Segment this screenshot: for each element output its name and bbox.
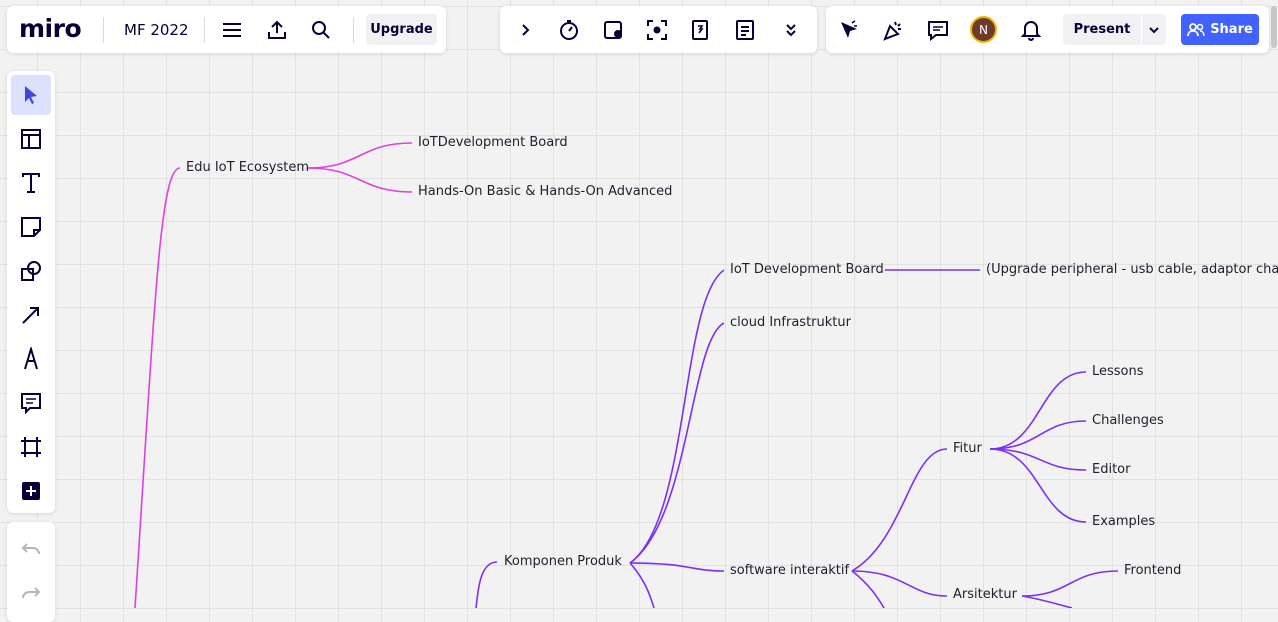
divider bbox=[204, 17, 205, 43]
avatar[interactable]: N bbox=[970, 16, 997, 43]
search-icon[interactable] bbox=[308, 17, 334, 43]
mindmap-node-upgrade-peripheral[interactable]: (Upgrade peripheral - usb cable, adaptor… bbox=[986, 262, 1278, 277]
sticky-note-icon bbox=[21, 217, 41, 237]
left-toolbar bbox=[7, 71, 55, 513]
plus-icon bbox=[22, 482, 40, 500]
templates-tool[interactable] bbox=[11, 119, 51, 159]
comments-icon[interactable] bbox=[925, 17, 951, 43]
board-title[interactable]: MF 2022 bbox=[124, 21, 189, 39]
connection-line-tool[interactable] bbox=[11, 295, 51, 335]
users-icon bbox=[1187, 22, 1205, 36]
share-button[interactable]: Share bbox=[1181, 14, 1259, 45]
cursor-icon bbox=[25, 86, 37, 104]
cursor-reactions-icon[interactable] bbox=[836, 17, 862, 43]
mindmap-node-lessons[interactable]: Lessons bbox=[1092, 364, 1144, 379]
pen-tool[interactable] bbox=[11, 339, 51, 379]
collaboration-toolbar bbox=[500, 6, 817, 53]
more-tools[interactable] bbox=[11, 471, 51, 511]
mindmap-node-hands-on[interactable]: Hands-On Basic & Hands-On Advanced bbox=[418, 184, 672, 199]
frame-icon bbox=[21, 437, 41, 457]
chevron-double-down-icon[interactable] bbox=[778, 17, 804, 43]
select-tool[interactable] bbox=[11, 75, 51, 115]
mindmap-node-edu-iot[interactable]: Edu IoT Ecosystem bbox=[186, 160, 309, 175]
top-right-toolbar: N Present Share bbox=[826, 6, 1269, 53]
menu-icon[interactable] bbox=[219, 17, 245, 43]
voting-icon[interactable] bbox=[688, 17, 714, 43]
comment-tool[interactable] bbox=[11, 383, 51, 423]
divider bbox=[353, 17, 354, 43]
mindmap-node-cloud[interactable]: cloud Infrastruktur bbox=[730, 315, 851, 330]
mindmap-node-iot-dev-board-2[interactable]: IoT Development Board bbox=[730, 262, 884, 277]
notes-icon[interactable] bbox=[732, 17, 758, 43]
timer-icon[interactable] bbox=[556, 17, 582, 43]
present-button[interactable]: Present bbox=[1063, 14, 1141, 45]
video-call-icon[interactable] bbox=[601, 17, 627, 43]
mindmap-node-challenges[interactable]: Challenges bbox=[1092, 413, 1164, 428]
export-icon[interactable] bbox=[264, 17, 290, 43]
comment-icon bbox=[21, 393, 41, 414]
redo-icon[interactable] bbox=[18, 580, 44, 606]
mindmap-node-arsitektur[interactable]: Arsitektur bbox=[953, 587, 1017, 602]
mindmap-canvas[interactable] bbox=[0, 0, 1278, 608]
share-label: Share bbox=[1210, 22, 1253, 37]
text-tool[interactable] bbox=[11, 163, 51, 203]
divider bbox=[103, 17, 104, 43]
undo-icon[interactable] bbox=[18, 536, 44, 562]
templates-icon bbox=[21, 129, 41, 149]
focus-icon[interactable] bbox=[644, 17, 670, 43]
shapes-tool[interactable] bbox=[11, 251, 51, 291]
celebrate-icon[interactable] bbox=[880, 17, 906, 43]
mindmap-node-komponen[interactable]: Komponen Produk bbox=[504, 554, 622, 569]
mindmap-node-iot-dev-board[interactable]: IoTDevelopment Board bbox=[418, 135, 568, 150]
top-left-toolbar: miro MF 2022 Upgrade bbox=[7, 6, 446, 53]
chevron-right-icon[interactable] bbox=[512, 17, 538, 43]
mindmap-node-software[interactable]: software interaktif bbox=[730, 563, 849, 578]
miro-logo[interactable]: miro bbox=[19, 14, 82, 43]
mindmap-node-frontend[interactable]: Frontend bbox=[1124, 563, 1181, 578]
text-icon bbox=[22, 173, 40, 193]
mindmap-node-fitur[interactable]: Fitur bbox=[953, 441, 982, 456]
frame-tool[interactable] bbox=[11, 427, 51, 467]
scrollbar[interactable] bbox=[1271, 6, 1277, 48]
mindmap-node-editor[interactable]: Editor bbox=[1092, 462, 1130, 477]
upgrade-button[interactable]: Upgrade bbox=[366, 14, 437, 45]
bell-icon[interactable] bbox=[1018, 17, 1044, 43]
undo-redo-panel bbox=[7, 522, 55, 622]
sticky-note-tool[interactable] bbox=[11, 207, 51, 247]
present-options-button[interactable] bbox=[1142, 14, 1166, 45]
pink-branches bbox=[134, 142, 413, 608]
mindmap-node-examples[interactable]: Examples bbox=[1092, 514, 1155, 529]
shapes-icon bbox=[21, 261, 41, 281]
arrow-icon bbox=[22, 307, 39, 324]
pen-icon bbox=[24, 347, 38, 370]
